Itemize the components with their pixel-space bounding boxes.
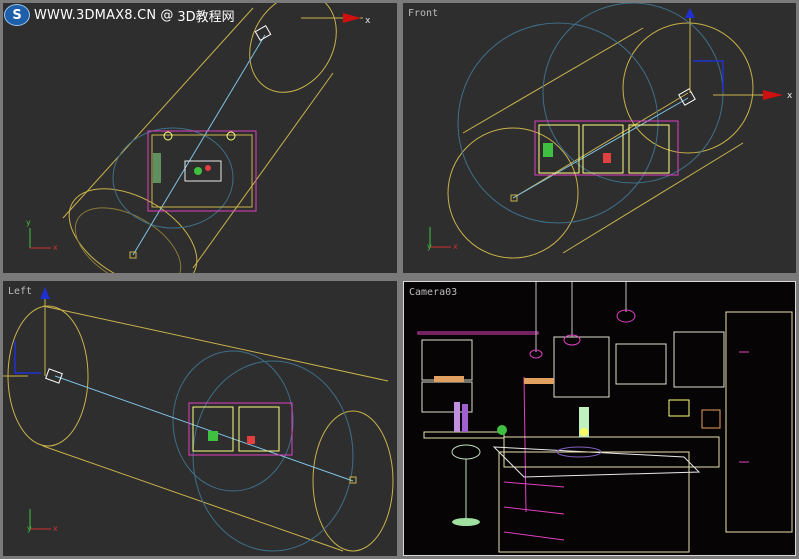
front-gizmo-x-label: x (787, 91, 793, 101)
viewport-front[interactable]: Front x y x (403, 3, 796, 273)
viewport-camera-canvas (417, 282, 793, 553)
left-axis-x-label: x (53, 524, 58, 533)
viewport-top-canvas: x y x (26, 3, 371, 273)
front-axis-x-label: x (453, 242, 458, 251)
top-axis-x-label: x (53, 243, 58, 252)
watermark-separator: @ (160, 7, 174, 23)
site-logo-icon: S (4, 4, 30, 26)
viewport-camera[interactable]: Camera03 (403, 281, 796, 556)
top-gizmo-x-label: x (365, 16, 371, 26)
left-axis-y-label: y (27, 524, 32, 533)
viewport-top[interactable]: x y x (3, 3, 397, 273)
front-axis-y-label: y (427, 242, 432, 251)
site-watermark: S WWW.3DMAX8.CN @ 3D教程网 (4, 4, 235, 26)
watermark-name: 3D教程网 (177, 9, 235, 25)
viewport-left[interactable]: Left y x (3, 281, 397, 556)
watermark-site: WWW.3DMAX8.CN (34, 7, 157, 23)
viewport-left-canvas: y x (3, 287, 394, 552)
viewport-front-canvas: x y x (427, 3, 793, 259)
top-axis-y-label: y (26, 218, 31, 227)
